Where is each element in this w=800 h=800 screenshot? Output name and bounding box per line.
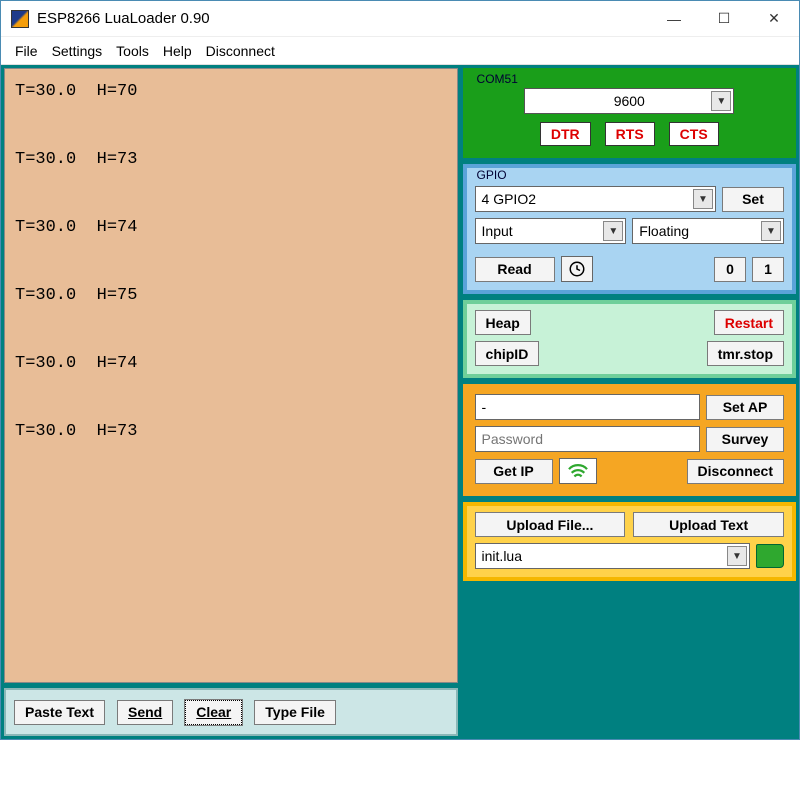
main-body: T=30.0 H=70 T=30.0 H=73 T=30.0 H=74 T=30… (1, 65, 799, 739)
chevron-down-icon: ▼ (761, 221, 781, 241)
upload-text-button[interactable]: Upload Text (633, 512, 784, 537)
ssid-input[interactable] (475, 394, 700, 420)
gpio-panel: GPIO 4 GPIO2 ▼ Set Input ▼ Floating (463, 164, 796, 294)
gpio-pull-value: Floating (639, 223, 689, 239)
serial-flags: DTR RTS CTS (475, 122, 784, 146)
timer-button[interactable] (561, 256, 593, 282)
terminal-output[interactable]: T=30.0 H=70 T=30.0 H=73 T=30.0 H=74 T=30… (4, 68, 458, 683)
app-icon (11, 10, 29, 28)
gpio-pin-select[interactable]: 4 GPIO2 ▼ (475, 186, 716, 212)
chevron-down-icon: ▼ (603, 221, 623, 241)
chevron-down-icon: ▼ (727, 546, 747, 566)
menu-file[interactable]: File (15, 43, 38, 59)
gpio-write-1-button[interactable]: 1 (752, 257, 784, 282)
window-title: ESP8266 LuaLoader 0.90 (37, 10, 649, 27)
upload-file-button[interactable]: Upload File... (475, 512, 626, 537)
system-panel: Heap Restart chipID tmr.stop (463, 300, 796, 378)
app-window: ESP8266 LuaLoader 0.90 — ☐ ✕ File Settin… (0, 0, 800, 740)
type-file-button[interactable]: Type File (254, 700, 336, 725)
paste-text-button[interactable]: Paste Text (14, 700, 105, 725)
cts-button[interactable]: CTS (669, 122, 719, 146)
rts-button[interactable]: RTS (605, 122, 655, 146)
survey-button[interactable]: Survey (706, 427, 784, 452)
upload-panel: Upload File... Upload Text init.lua ▼ (463, 502, 796, 581)
send-button[interactable]: Send (117, 700, 173, 725)
dtr-button[interactable]: DTR (540, 122, 591, 146)
upload-filename-select[interactable]: init.lua ▼ (475, 543, 750, 569)
wifi-panel: Set AP Survey Get IP (463, 384, 796, 496)
upload-filename-value: init.lua (482, 548, 522, 564)
clear-button[interactable]: Clear (185, 700, 242, 725)
baud-value: 9600 (614, 93, 645, 109)
titlebar: ESP8266 LuaLoader 0.90 — ☐ ✕ (1, 1, 799, 37)
wifi-status-icon (559, 458, 597, 484)
close-button[interactable]: ✕ (749, 1, 799, 37)
restart-button[interactable]: Restart (714, 310, 784, 335)
gpio-write-0-button[interactable]: 0 (714, 257, 746, 282)
book-icon[interactable] (756, 544, 784, 568)
wifi-icon (567, 462, 589, 480)
baud-select[interactable]: 9600 ▼ (524, 88, 734, 114)
wifi-disconnect-button[interactable]: Disconnect (687, 459, 784, 484)
tmrstop-button[interactable]: tmr.stop (707, 341, 784, 366)
menu-tools[interactable]: Tools (116, 43, 149, 59)
menu-help[interactable]: Help (163, 43, 192, 59)
get-ip-button[interactable]: Get IP (475, 459, 553, 484)
gpio-mode-value: Input (482, 223, 513, 239)
menu-settings[interactable]: Settings (52, 43, 103, 59)
right-column: COM51 9600 ▼ DTR RTS CTS GPIO 4 GPIO2 ▼ (463, 68, 796, 736)
com-panel: COM51 9600 ▼ DTR RTS CTS (463, 68, 796, 158)
gpio-pull-select[interactable]: Floating ▼ (632, 218, 784, 244)
gpio-panel-title: GPIO (475, 168, 509, 182)
set-ap-button[interactable]: Set AP (706, 395, 784, 420)
chipid-button[interactable]: chipID (475, 341, 540, 366)
heap-button[interactable]: Heap (475, 310, 531, 335)
gpio-read-button[interactable]: Read (475, 257, 555, 282)
window-controls: — ☐ ✕ (649, 1, 799, 37)
gpio-set-button[interactable]: Set (722, 187, 784, 212)
gpio-pin-value: 4 GPIO2 (482, 191, 536, 207)
minimize-button[interactable]: — (649, 1, 699, 37)
menu-disconnect[interactable]: Disconnect (206, 43, 275, 59)
com-panel-title: COM51 (475, 72, 520, 86)
gpio-mode-select[interactable]: Input ▼ (475, 218, 627, 244)
terminal-toolbar: Paste Text Send Clear Type File (4, 688, 458, 736)
password-input[interactable] (475, 426, 700, 452)
maximize-button[interactable]: ☐ (699, 1, 749, 37)
chevron-down-icon: ▼ (693, 189, 713, 209)
menubar: File Settings Tools Help Disconnect (1, 37, 799, 65)
clock-icon (568, 260, 586, 278)
left-column: T=30.0 H=70 T=30.0 H=73 T=30.0 H=74 T=30… (4, 68, 458, 736)
chevron-down-icon: ▼ (711, 91, 731, 111)
